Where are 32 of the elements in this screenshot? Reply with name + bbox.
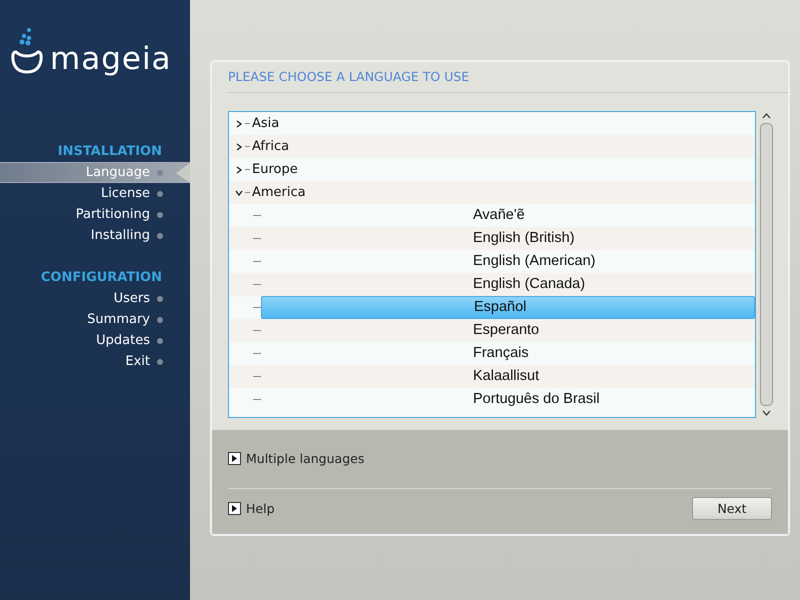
step-item: Exit [0,351,190,372]
language-item[interactable]: English (American) [261,251,755,272]
step-item: Language [0,162,190,183]
chevron-right-icon[interactable] [235,166,243,174]
scroll-down-icon[interactable] [762,410,771,416]
triangle-right-icon[interactable] [228,502,241,515]
chevron-right-icon[interactable] [235,120,243,128]
help-toggle[interactable]: Help [228,501,274,516]
language-item[interactable]: Español [261,296,755,319]
step-item: Users [0,288,190,309]
logo-wordmark: mageia [50,42,172,76]
step-item: Partitioning [0,204,190,225]
next-button[interactable]: Next [692,497,772,520]
triangle-right-icon[interactable] [228,452,241,465]
chevron-right-icon[interactable] [235,142,243,150]
expander-toggle[interactable]: Multiple languages [228,451,364,466]
page-title: PLEASE CHOOSE A LANGUAGE TO USE [228,68,788,93]
section-heading: CONFIGURATION [40,269,163,287]
language-item[interactable]: Avañe'ẽ [261,205,755,226]
step-item: License [0,183,190,204]
step-item: Summary [0,309,190,330]
language-item[interactable]: Português do Brasil [261,389,755,410]
tree-item[interactable]: Africa [229,135,755,158]
scrollbar[interactable] [759,111,774,418]
pot-logo-icon [10,26,44,76]
step-item: Updates [0,330,190,351]
chevron-down-icon[interactable] [235,188,243,196]
scroll-up-icon[interactable] [762,113,771,119]
tree-item[interactable]: America [229,181,755,204]
step-item: Installing [0,225,190,246]
section-heading: INSTALLATION [56,143,163,161]
language-item[interactable]: Français [261,343,755,364]
